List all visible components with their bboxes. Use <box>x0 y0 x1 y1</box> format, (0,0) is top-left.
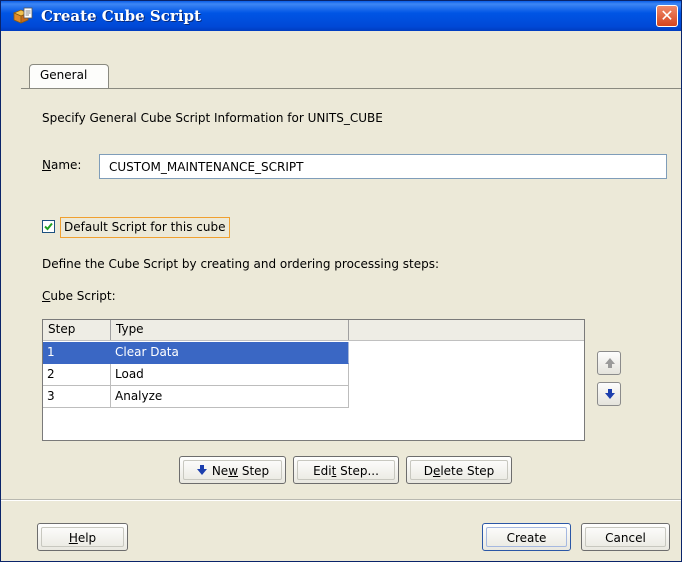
step-cell: 1 <box>43 342 111 364</box>
default-script-checkbox[interactable] <box>42 220 55 233</box>
step-cell: 2 <box>43 364 111 386</box>
delete-step-label: Delete Step <box>410 460 508 480</box>
table-row[interactable]: 2 Load <box>43 364 349 386</box>
type-cell: Analyze <box>111 386 349 408</box>
title-bar[interactable]: Create Cube Script ✕ <box>1 1 681 31</box>
table-header: Step Type <box>43 320 584 341</box>
type-cell: Clear Data <box>111 342 349 364</box>
create-cube-script-dialog: Create Cube Script ✕ General Specify Gen… <box>0 0 682 562</box>
name-field[interactable] <box>99 154 667 179</box>
default-script-label[interactable]: Default Script for this cube <box>60 217 230 238</box>
edit-step-button[interactable]: Edit Step... <box>293 456 399 484</box>
help-label: Help <box>41 527 124 547</box>
new-step-button[interactable]: New Step <box>179 456 286 484</box>
create-button[interactable]: Create <box>482 523 571 551</box>
arrow-down-icon <box>605 389 615 399</box>
tab-general[interactable]: General <box>29 64 109 88</box>
steps-table[interactable]: Step Type 1 Clear Data 2 Load 3 Analyze <box>42 319 585 441</box>
step-cell: 3 <box>43 386 111 408</box>
column-header-type[interactable]: Type <box>111 320 349 340</box>
column-header-step[interactable]: Step <box>43 320 111 340</box>
help-button[interactable]: Help <box>37 523 128 551</box>
name-label: Name: <box>42 158 82 172</box>
tab-general-label: General <box>40 68 88 82</box>
arrow-up-icon <box>605 358 615 368</box>
table-row[interactable]: 3 Analyze <box>43 386 349 408</box>
cancel-label: Cancel <box>585 527 666 547</box>
delete-step-button[interactable]: Delete Step <box>406 456 512 484</box>
edit-step-label: Edit Step... <box>297 460 395 480</box>
name-label-rest: ame: <box>50 158 82 172</box>
cube-script-label: Cube Script: <box>42 289 116 303</box>
close-button[interactable]: ✕ <box>656 5 678 27</box>
move-up-button[interactable] <box>597 351 621 375</box>
type-cell: Load <box>111 364 349 386</box>
arrow-down-icon <box>196 465 207 475</box>
create-label: Create <box>486 527 567 547</box>
cancel-button[interactable]: Cancel <box>581 523 670 551</box>
cube-script-icon <box>11 7 33 25</box>
new-step-label: New Step <box>211 464 270 478</box>
define-steps-text: Define the Cube Script by creating and o… <box>42 257 440 271</box>
move-down-button[interactable] <box>597 382 621 406</box>
checkmark-icon <box>44 222 53 231</box>
description-text: Specify General Cube Script Information … <box>42 111 383 125</box>
name-input[interactable] <box>100 155 666 178</box>
table-row[interactable]: 1 Clear Data <box>43 342 349 364</box>
new-step-button-face: New Step <box>183 460 282 480</box>
footer-separator <box>1 499 681 501</box>
window-title: Create Cube Script <box>41 7 201 25</box>
